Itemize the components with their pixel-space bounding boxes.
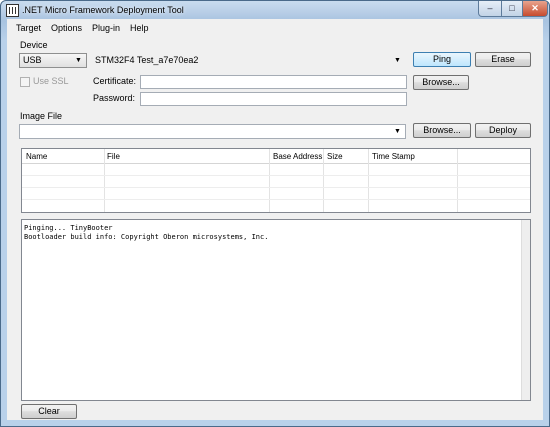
client-area: Target Options Plug-in Help Device USB ▼… [7,19,543,420]
app-window: .NET Micro Framework Deployment Tool – □… [0,0,550,427]
window-title: .NET Micro Framework Deployment Tool [22,5,184,15]
password-label: Password: [93,93,136,103]
column-header-time-stamp[interactable]: Time Stamp [372,152,415,161]
transport-value: USB [23,55,42,65]
menu-plug-in[interactable]: Plug-in [92,23,120,33]
password-field[interactable] [140,92,407,106]
row-divider [22,175,530,176]
chevron-down-icon: ▼ [394,128,401,135]
column-divider [269,149,270,212]
column-header-base-address[interactable]: Base Address [273,152,322,161]
certificate-field[interactable] [140,75,407,89]
row-divider [22,187,530,188]
table-header: Name File Base Address Size Time Stamp [22,149,530,164]
output-log[interactable]: Pinging... TinyBooter Bootloader build i… [21,219,531,401]
column-divider [457,149,458,212]
use-ssl-label: Use SSL [33,76,69,86]
image-file-select[interactable]: ▼ [19,124,406,139]
menu-target[interactable]: Target [16,23,41,33]
column-divider [323,149,324,212]
menu-help[interactable]: Help [130,23,149,33]
maximize-button[interactable]: □ [501,1,523,17]
output-line: Bootloader build info: Copyright Oberon … [24,233,269,241]
title-bar[interactable]: .NET Micro Framework Deployment Tool – □… [1,1,549,19]
certificate-label: Certificate: [93,76,137,86]
chevron-down-icon: ▼ [75,57,82,64]
image-browse-button[interactable]: Browse... [413,123,471,138]
output-line: Pinging... TinyBooter [24,224,113,232]
image-file-label: Image File [20,111,63,121]
erase-button[interactable]: Erase [475,52,531,67]
column-divider [104,149,105,212]
image-table[interactable]: Name File Base Address Size Time Stamp [21,148,531,213]
menu-options[interactable]: Options [51,23,82,33]
row-divider [22,199,530,200]
output-scrollbar[interactable] [521,220,530,400]
column-header-name[interactable]: Name [26,152,47,161]
device-group-label: Device [20,40,48,50]
device-select[interactable]: STM32F4 Test_a7e70ea2 ▼ [91,53,406,68]
column-header-file[interactable]: File [107,152,120,161]
menu-bar: Target Options Plug-in Help [7,19,543,37]
transport-select[interactable]: USB ▼ [19,53,87,68]
app-icon [6,4,19,17]
certificate-browse-button[interactable]: Browse... [413,75,469,90]
ping-button[interactable]: Ping [413,52,471,67]
device-name-value: STM32F4 Test_a7e70ea2 [95,55,199,65]
minimize-button[interactable]: – [478,1,502,17]
column-divider [368,149,369,212]
deploy-button[interactable]: Deploy [475,123,531,138]
use-ssl-checkbox[interactable] [20,77,30,87]
column-header-size[interactable]: Size [327,152,343,161]
clear-button[interactable]: Clear [21,404,77,419]
chevron-down-icon: ▼ [394,57,401,64]
close-button[interactable]: ✕ [522,1,548,17]
